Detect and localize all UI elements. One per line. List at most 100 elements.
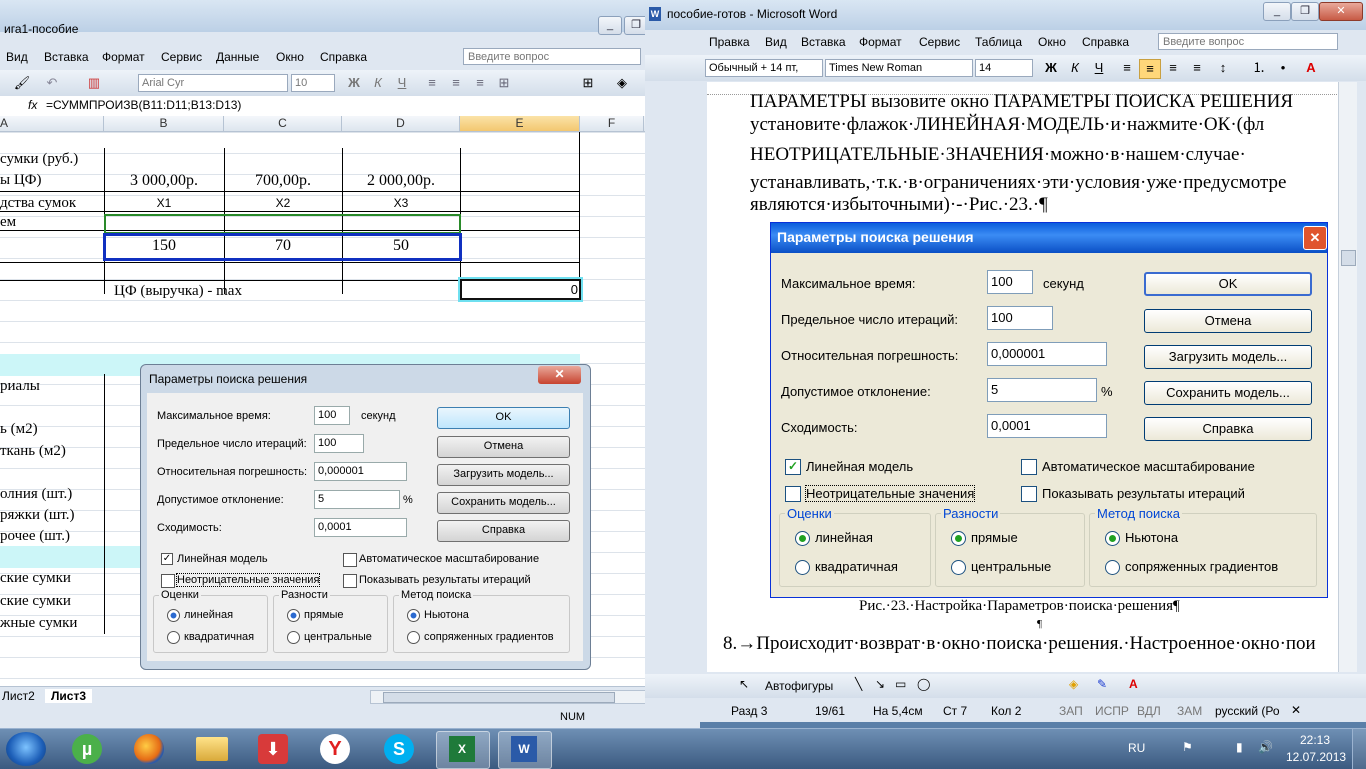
excel-ask-input[interactable]: Введите вопрос — [463, 48, 641, 65]
status-ext[interactable]: ВДЛ — [1137, 704, 1161, 718]
cell-d4[interactable]: 50 — [342, 237, 460, 255]
load-model-button[interactable]: Загрузить модель... — [437, 464, 570, 486]
align-left-icon[interactable]: ≡ — [422, 74, 442, 92]
cell-c1[interactable]: 700,00р. — [224, 172, 342, 190]
excel-task-icon[interactable]: X — [436, 731, 490, 769]
clock-date[interactable]: 12.07.2013 — [1286, 750, 1346, 764]
utorrent-icon[interactable]: µ — [72, 734, 102, 764]
cell-b1[interactable]: 3 000,00р. — [104, 172, 224, 190]
rect-icon[interactable]: ▭ — [895, 677, 906, 691]
dialog-close-button[interactable]: ✕ — [538, 366, 581, 384]
nonneg-checkbox[interactable] — [161, 574, 175, 588]
lower-row-3[interactable]: ткань (м2) — [0, 443, 66, 460]
target-label[interactable]: ЦФ (выручка) - max — [114, 283, 242, 300]
align-center-icon[interactable]: ≡ — [446, 74, 466, 92]
col-d[interactable]: D — [342, 116, 460, 132]
flag-icon[interactable]: ⚑ — [1182, 740, 1193, 754]
w-menu-okno[interactable]: Окно — [1038, 35, 1066, 49]
merge-icon[interactable]: ⊞ — [494, 74, 514, 92]
align-right-icon[interactable]: ≡ — [470, 74, 490, 92]
lower-row-4[interactable]: олния (шт.) — [0, 486, 72, 503]
lower-row-9[interactable]: жные сумки — [0, 615, 77, 632]
sheet-tab-2[interactable]: Лист2 — [2, 689, 35, 703]
est-quad-radio[interactable] — [167, 631, 180, 644]
col-a[interactable]: A — [0, 116, 104, 132]
word-minimize-button[interactable]: _ — [1263, 2, 1291, 21]
line-icon[interactable]: ╲ — [855, 677, 862, 691]
italic-icon[interactable]: К — [368, 74, 388, 92]
w-justify-icon[interactable]: ≡ — [1187, 59, 1207, 77]
cell-d2[interactable]: X3 — [342, 196, 460, 210]
borders-icon[interactable]: ⊞ — [578, 74, 598, 92]
excel-titlebar[interactable]: ига1-пособие _ ❐ ✕ — [0, 0, 700, 36]
lower-row-8[interactable]: ские сумки — [0, 593, 71, 610]
help-button[interactable]: Справка — [437, 520, 570, 542]
col-b[interactable]: B — [104, 116, 224, 132]
cell-b4[interactable]: 150 — [104, 237, 224, 255]
underline-icon[interactable]: Ч — [392, 74, 412, 92]
download-icon[interactable]: ⬇ — [258, 734, 288, 764]
font-size-combo[interactable]: 10 — [291, 74, 335, 92]
col-c[interactable]: C — [224, 116, 342, 132]
show-iter-checkbox[interactable] — [343, 574, 357, 588]
menu-servis[interactable]: Сервис — [161, 50, 202, 64]
horizontal-scrollbar[interactable] — [370, 690, 672, 704]
w-menu-vstavka[interactable]: Вставка — [801, 35, 846, 49]
menu-okno[interactable]: Окно — [276, 50, 304, 64]
firefox-icon[interactable] — [134, 734, 164, 764]
arrow-icon[interactable]: ↘ — [875, 677, 885, 691]
target-value[interactable]: 0 — [462, 282, 578, 297]
brush-icon[interactable]: 🖌 — [12, 74, 32, 92]
formula-text[interactable]: =СУММПРОИЗВ(B11:D11;B13:D13) — [46, 98, 241, 112]
word-restore-button[interactable]: ❐ — [1291, 2, 1319, 21]
w-spacing-icon[interactable]: ↕ — [1213, 59, 1233, 77]
w-underline-icon[interactable]: Ч — [1089, 59, 1109, 77]
status-rec[interactable]: ЗАП — [1059, 704, 1083, 718]
cell-a-label1b[interactable]: ы ЦФ) — [0, 172, 42, 189]
yandex-icon[interactable]: Y — [320, 734, 350, 764]
est-linear-radio[interactable] — [167, 609, 180, 622]
convergence-input[interactable]: 0,0001 — [314, 518, 407, 537]
style-combo[interactable]: Обычный + 14 пт, — [705, 59, 823, 77]
font-combo[interactable]: Times New Roman — [825, 59, 973, 77]
w-menu-pravka[interactable]: Правка — [709, 35, 750, 49]
language-indicator[interactable]: RU — [1128, 741, 1145, 755]
lower-row-1[interactable]: риалы — [0, 378, 40, 395]
word-ask-input[interactable]: Введите вопрос — [1158, 33, 1338, 50]
linear-model-checkbox[interactable]: ✓ — [161, 553, 173, 565]
w-align-right-icon[interactable]: ≡ — [1163, 59, 1183, 77]
w-menu-format[interactable]: Формат — [859, 35, 902, 49]
status-trk[interactable]: ИСПР — [1095, 704, 1129, 718]
cell-d1[interactable]: 2 000,00р. — [342, 172, 460, 190]
w-menu-servis[interactable]: Сервис — [919, 35, 960, 49]
undo-icon[interactable]: ↶ — [42, 74, 62, 92]
sheet-tab-3[interactable]: Лист3 — [45, 689, 93, 703]
precision-input[interactable]: 0,000001 — [314, 462, 407, 481]
der-central-radio[interactable] — [287, 631, 300, 644]
cell-a-label1[interactable]: сумки (руб.) — [0, 151, 78, 168]
cell-c2[interactable]: X2 — [224, 196, 342, 210]
word-vscroll[interactable] — [1338, 82, 1357, 672]
cell-a-label2[interactable]: дства сумок — [0, 195, 76, 212]
font-name-combo[interactable]: Arial Cyr — [138, 74, 288, 92]
w-menu-spravka[interactable]: Справка — [1082, 35, 1129, 49]
der-forward-radio[interactable] — [287, 609, 300, 622]
word-scroll-thumb[interactable] — [1341, 250, 1356, 266]
m-conj-radio[interactable] — [407, 631, 420, 644]
start-button[interactable] — [6, 732, 46, 766]
clock-time[interactable]: 22:13 — [1300, 733, 1330, 747]
w-italic-icon[interactable]: К — [1065, 59, 1085, 77]
col-e[interactable]: E — [460, 116, 580, 132]
size-combo[interactable]: 14 — [975, 59, 1033, 77]
draw-font-color-icon[interactable]: A — [1129, 677, 1138, 691]
line-color-icon[interactable]: ✎ — [1097, 677, 1107, 691]
ok-button[interactable]: OK — [437, 407, 570, 429]
ellipse-icon[interactable]: ◯ — [917, 677, 930, 691]
cancel-button[interactable]: Отмена — [437, 436, 570, 458]
bold-icon[interactable]: Ж — [344, 74, 364, 92]
minimize-button[interactable]: _ — [598, 16, 622, 35]
chart-icon[interactable]: ▥ — [84, 74, 104, 92]
w-align-center-icon[interactable]: ≡ — [1139, 59, 1161, 79]
status-ovr[interactable]: ЗАМ — [1177, 704, 1202, 718]
menu-dannye[interactable]: Данные — [216, 50, 259, 64]
